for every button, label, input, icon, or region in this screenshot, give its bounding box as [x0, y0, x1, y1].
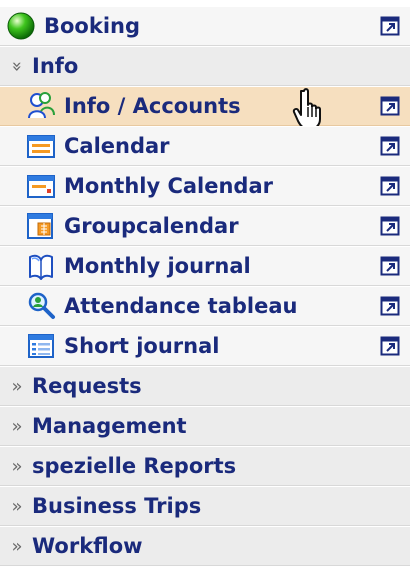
hand-cursor-icon: [292, 88, 321, 130]
menu-item-attendance-tableau[interactable]: Attendance tableau: [0, 286, 410, 326]
section-label: Info: [32, 54, 79, 78]
section-label: Workflow: [32, 534, 143, 558]
menu-item-label: Monthly journal: [64, 254, 251, 278]
menu-item-calendar[interactable]: Calendar: [0, 126, 410, 166]
menu-item-monthly-calendar[interactable]: Monthly Calendar: [0, 166, 410, 206]
menu-item-groupcalendar[interactable]: Groupcalendar: [0, 206, 410, 246]
open-in-window-icon[interactable]: [380, 336, 400, 356]
magnifier-person-icon: [28, 292, 55, 319]
menu-item-label: Groupcalendar: [64, 214, 239, 238]
menu-item-label: Booking: [44, 14, 141, 38]
calendar-icon: [27, 135, 55, 158]
menu-section-business-trips[interactable]: » Business Trips: [0, 486, 410, 526]
open-in-window-icon[interactable]: [380, 16, 400, 36]
menu-item-info-accounts[interactable]: Info / Accounts: [0, 86, 410, 130]
menu-section-requests[interactable]: » Requests: [0, 366, 410, 406]
menu-item-label: Monthly Calendar: [64, 174, 273, 198]
menu-section-workflow[interactable]: » Workflow: [0, 526, 410, 566]
accounts-icon: [28, 92, 55, 119]
menu-item-label: Info / Accounts: [64, 94, 241, 118]
chevron-down-icon: »: [6, 60, 28, 72]
green-ball-icon: [7, 12, 35, 40]
section-label: Management: [32, 414, 187, 438]
menu-item-label: Short journal: [64, 334, 220, 358]
navigation-menu: Booking » Info Info / Accounts Calendar …: [0, 6, 410, 566]
section-label: Requests: [32, 374, 142, 398]
section-label: Business Trips: [32, 494, 202, 518]
open-in-window-icon[interactable]: [380, 296, 400, 316]
menu-item-monthly-journal[interactable]: Monthly journal: [0, 246, 410, 286]
chevron-right-icon: »: [11, 455, 23, 477]
menu-section-management[interactable]: » Management: [0, 406, 410, 446]
menu-item-booking[interactable]: Booking: [0, 6, 410, 46]
group-calendar-icon: [27, 213, 53, 239]
menu-item-label: Attendance tableau: [64, 294, 298, 318]
open-in-window-icon[interactable]: [380, 96, 400, 116]
menu-section-spezielle-reports[interactable]: » spezielle Reports: [0, 446, 410, 486]
menu-section-info[interactable]: » Info: [0, 46, 410, 86]
open-in-window-icon[interactable]: [380, 176, 400, 196]
chevron-right-icon: »: [11, 415, 23, 437]
chevron-right-icon: »: [11, 375, 23, 397]
open-in-window-icon[interactable]: [380, 256, 400, 276]
menu-item-label: Calendar: [64, 134, 170, 158]
monthly-calendar-icon: [27, 175, 55, 198]
menu-item-short-journal[interactable]: Short journal: [0, 326, 410, 366]
chevron-right-icon: »: [11, 495, 23, 517]
section-label: spezielle Reports: [32, 454, 237, 478]
open-in-window-icon[interactable]: [380, 136, 400, 156]
book-icon: [29, 254, 53, 280]
open-in-window-icon[interactable]: [380, 216, 400, 236]
chevron-right-icon: »: [11, 535, 23, 557]
list-icon: [28, 334, 54, 358]
